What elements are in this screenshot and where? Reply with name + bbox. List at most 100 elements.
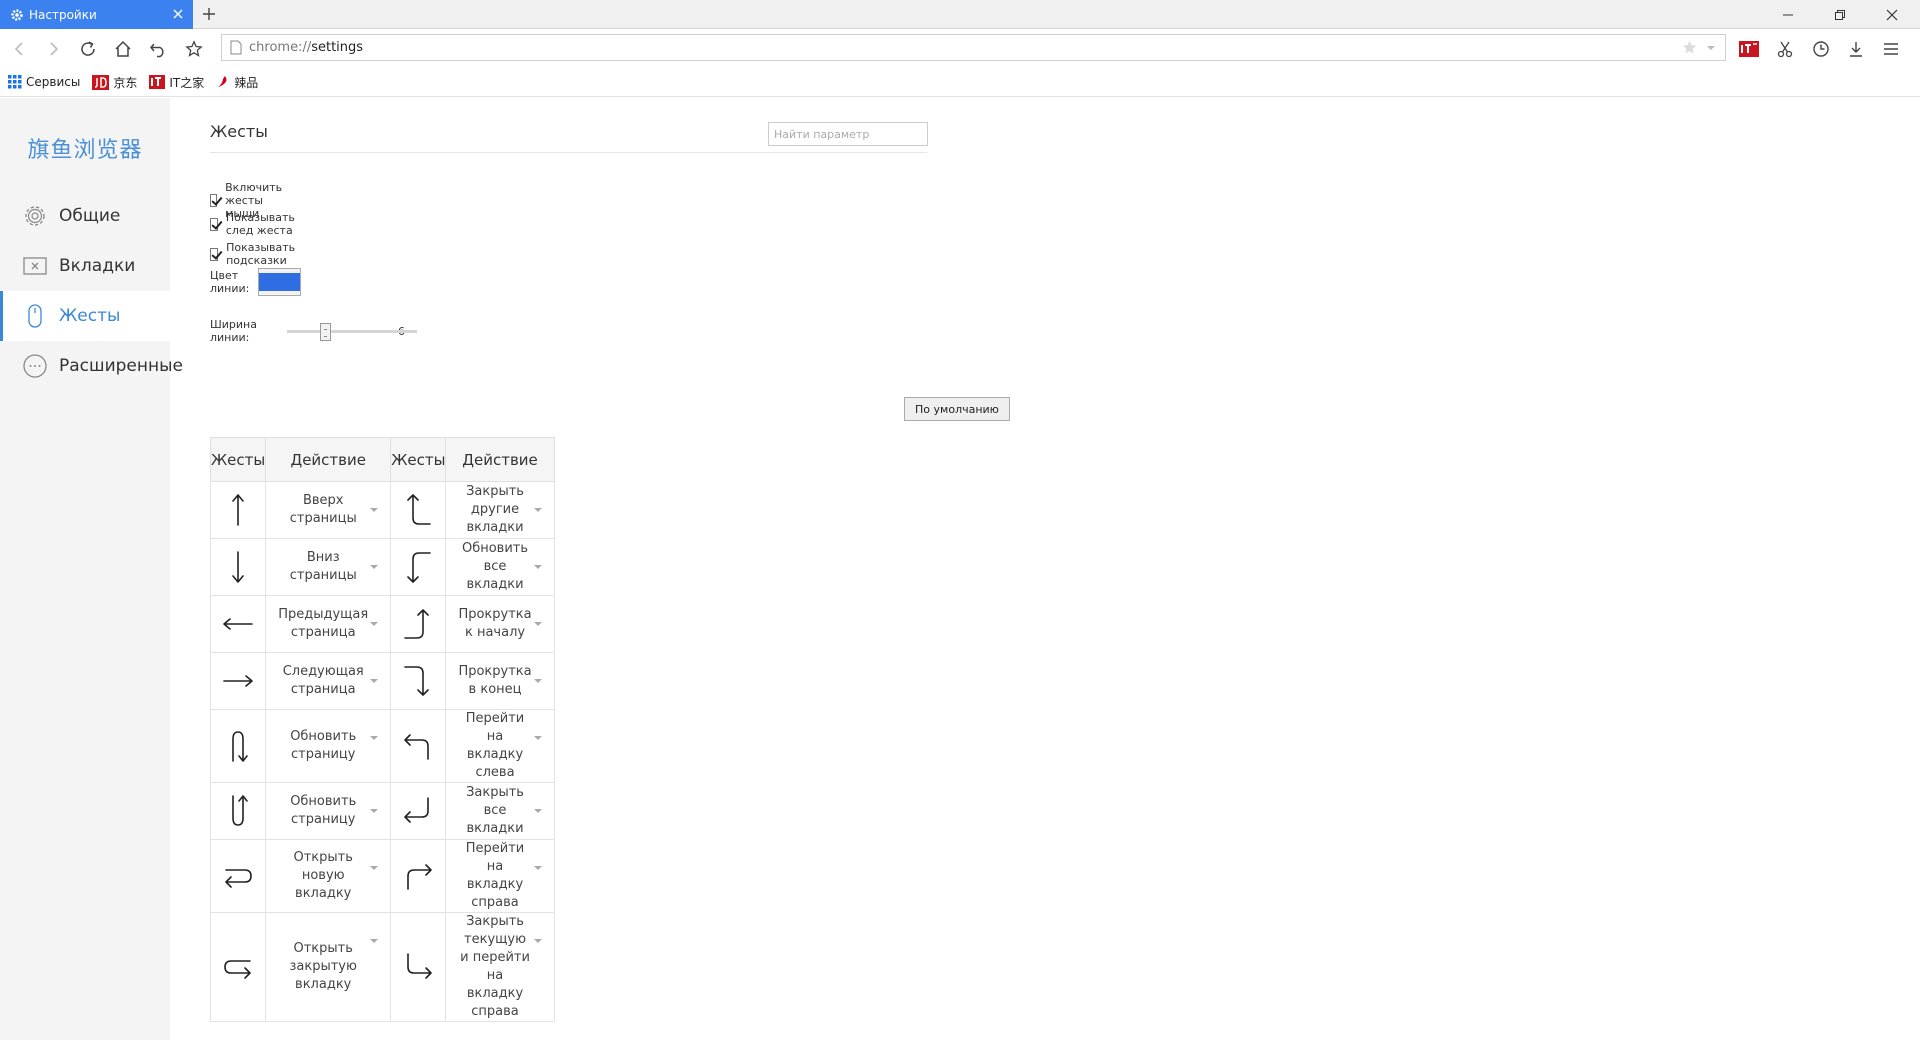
- table-row: Открыть закрытую вкладку Закрыть текущую …: [209, 912, 555, 1022]
- star-icon[interactable]: [1681, 39, 1698, 56]
- sidebar-item-advanced[interactable]: Расширенные: [0, 341, 183, 391]
- more-circle-icon: [22, 353, 48, 379]
- checkbox-checked[interactable]: [210, 194, 218, 207]
- close-icon[interactable]: [171, 7, 185, 21]
- line-width-row: Ширина линии: 6: [210, 318, 418, 344]
- action-label: Открыть закрытую вкладку: [289, 941, 357, 992]
- action-label: Прокрутка в конец: [458, 664, 532, 697]
- gesture-cell: [209, 782, 267, 840]
- sidebar-item-label: Общие: [59, 206, 121, 226]
- action-select[interactable]: Вниз страницы: [265, 538, 392, 596]
- bookmark-jd[interactable]: 京东: [92, 74, 137, 91]
- home-button[interactable]: [112, 38, 134, 60]
- lapin-logo-icon: [218, 76, 227, 87]
- menu-button[interactable]: [1880, 38, 1902, 60]
- gesture-cell: [209, 912, 267, 1022]
- undo-close-button[interactable]: [147, 38, 169, 60]
- gesture-cell: [209, 481, 267, 539]
- bookmark-ithome[interactable]: IT之家: [149, 74, 204, 91]
- action-label: Обновить все вкладки: [461, 541, 529, 592]
- star-icon: [185, 40, 203, 57]
- action-select[interactable]: Открыть закрытую вкладку: [265, 912, 392, 1022]
- action-select[interactable]: Прокрутка в конец: [445, 652, 555, 710]
- downloads-button[interactable]: [1845, 38, 1867, 60]
- right-left-loop-gesture-icon: [225, 869, 252, 888]
- table-row: Открыть новую вкладку Перейти на вкладку …: [209, 839, 555, 913]
- browser-toolbar: chrome://settings: [0, 29, 1920, 68]
- sidebar-item-gestures[interactable]: Жесты: [0, 291, 170, 341]
- scissors-icon: [1777, 41, 1793, 58]
- apps-grid-icon: [8, 75, 22, 89]
- chevron-down-icon: [370, 508, 379, 512]
- action-select[interactable]: Обновить страницу: [265, 709, 392, 783]
- back-button[interactable]: [9, 38, 31, 60]
- bookmark-label: 京东: [113, 75, 138, 90]
- forward-button[interactable]: [42, 38, 64, 60]
- action-select[interactable]: Открыть новую вкладку: [265, 839, 392, 913]
- line-width-slider[interactable]: [287, 323, 418, 341]
- chevron-down-icon: [533, 565, 542, 569]
- action-label: Закрыть другие вкладки: [466, 484, 524, 535]
- checkbox-checked[interactable]: [210, 247, 219, 261]
- minimize-button[interactable]: [1762, 0, 1814, 29]
- ithome-logo-icon: [1739, 41, 1759, 57]
- show-gesture-trail-checkbox[interactable]: Показывать след жеста: [210, 211, 300, 237]
- history-button[interactable]: [1810, 38, 1832, 60]
- action-label: Вниз страницы: [289, 550, 357, 583]
- color-swatch: [259, 273, 301, 291]
- action-select[interactable]: Закрыть все вкладки: [445, 782, 555, 840]
- action-select[interactable]: Обновить страницу: [265, 782, 392, 840]
- new-tab-icon[interactable]: [199, 4, 219, 24]
- action-label: Открыть новую вкладку: [293, 850, 353, 901]
- restore-icon: [1835, 9, 1845, 20]
- action-label: Прокрутка к началу: [458, 607, 532, 640]
- tab-settings[interactable]: Настройки: [0, 0, 193, 29]
- bookmark-button[interactable]: [183, 38, 205, 60]
- table-row: Обновить страницу Перейти на вкладку слев…: [209, 709, 555, 783]
- screenshot-button[interactable]: [1774, 38, 1796, 60]
- search-input[interactable]: [768, 122, 928, 146]
- action-select[interactable]: Перейти на вкладку справа: [445, 839, 555, 913]
- up-left-gesture-icon: [404, 797, 430, 823]
- action-select[interactable]: Обновить все вкладки: [445, 538, 555, 596]
- reset-defaults-button[interactable]: По умолчанию: [904, 397, 1010, 421]
- divider: [210, 152, 927, 153]
- bookmark-services[interactable]: Сервисы: [8, 75, 80, 89]
- sidebar-item-tabs[interactable]: Вкладки: [0, 241, 170, 291]
- line-color-picker[interactable]: [258, 268, 302, 296]
- sidebar-item-label: Жесты: [59, 306, 121, 326]
- sidebar-item-general[interactable]: Общие: [0, 191, 170, 241]
- gesture-cell: [390, 839, 447, 913]
- action-select[interactable]: Перейти на вкладку слева: [445, 709, 555, 783]
- minimize-icon: [1783, 14, 1793, 15]
- column-header: Жесты: [209, 437, 267, 482]
- action-select[interactable]: Закрыть другие вкладки: [445, 481, 555, 539]
- chevron-down-icon[interactable]: [1705, 39, 1717, 56]
- show-hints-checkbox[interactable]: Показывать подсказки: [210, 241, 300, 267]
- action-select[interactable]: Вверх страницы: [265, 481, 392, 539]
- chevron-down-icon: [533, 508, 542, 512]
- gesture-cell: [390, 709, 447, 783]
- action-select[interactable]: Прокрутка к началу: [445, 595, 555, 653]
- slider-thumb[interactable]: [320, 323, 332, 341]
- action-select[interactable]: Предыдущая страница: [265, 595, 392, 653]
- ithome-extension-button[interactable]: [1738, 38, 1760, 60]
- action-select[interactable]: Следующая страница: [265, 652, 392, 710]
- line-color-label: Цвет линии:: [210, 269, 250, 295]
- action-select[interactable]: Закрыть текущую и перейти на вкладку спр…: [445, 912, 555, 1022]
- chevron-down-icon: [533, 679, 542, 683]
- column-header: Действие: [265, 437, 392, 482]
- down-up-gesture-icon: [232, 795, 248, 826]
- right-arrow-gesture-icon: [223, 675, 253, 687]
- sidebar-item-label: Расширенные: [59, 356, 183, 376]
- bookmark-lapin[interactable]: 辣品: [216, 74, 258, 91]
- reload-button[interactable]: [77, 38, 99, 60]
- restore-button[interactable]: [1814, 0, 1866, 29]
- table-row: Вниз страницы Обновить все вкладки: [209, 538, 555, 596]
- up-right-gesture-icon: [407, 864, 433, 890]
- address-bar[interactable]: chrome://settings: [221, 34, 1726, 61]
- close-window-button[interactable]: [1866, 0, 1918, 29]
- brand-title: 旗鱼浏览器: [27, 138, 143, 163]
- checkbox-checked[interactable]: [210, 217, 218, 231]
- left-down-gesture-icon: [404, 734, 430, 760]
